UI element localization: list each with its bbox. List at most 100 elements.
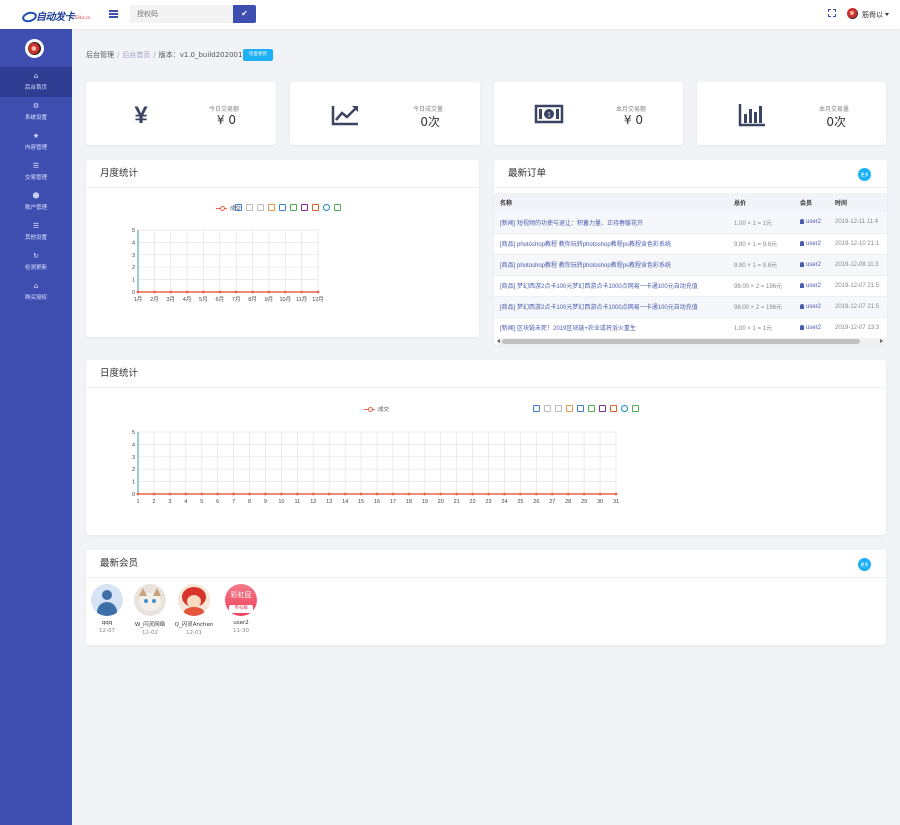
data-point[interactable] bbox=[503, 492, 506, 496]
sidebar-item[interactable]: ☰ 其他设置 bbox=[0, 217, 72, 247]
data-view-icon[interactable] bbox=[566, 405, 573, 412]
scroll-left-arrow-icon[interactable] bbox=[497, 339, 500, 343]
table-row[interactable]: [新闻] 区块链未死！2019区块链+农业或将浴火重生 1.00 × 1 = 1元… bbox=[494, 317, 887, 339]
data-point[interactable] bbox=[264, 492, 267, 496]
sidebar-item[interactable]: ⌂ 后台首页 bbox=[0, 67, 72, 97]
save-image-icon[interactable] bbox=[334, 204, 341, 211]
zoom-reset-icon[interactable] bbox=[246, 204, 253, 211]
tiled-icon[interactable] bbox=[312, 204, 319, 211]
member-item[interactable]: W_闪灵网络 12-02 bbox=[125, 584, 175, 636]
data-point[interactable] bbox=[343, 492, 347, 496]
order-name[interactable]: [商品] photoshop教程 教你玩转photoshop教程ps教程含色彩系… bbox=[494, 254, 728, 276]
zoom-icon[interactable] bbox=[533, 405, 540, 412]
tiled-icon[interactable] bbox=[610, 405, 617, 412]
zoom-icon[interactable] bbox=[235, 204, 242, 211]
data-point[interactable] bbox=[391, 492, 395, 496]
order-name[interactable]: [商品] 梦幻西游2点卡100元梦幻西游点卡1000点网易一卡通100元自动充值 bbox=[494, 296, 728, 318]
data-point[interactable] bbox=[598, 492, 602, 496]
data-point[interactable] bbox=[359, 492, 363, 496]
sidebar-item[interactable]: ⚙ 系统设置 bbox=[0, 97, 72, 127]
restore-zoom-icon[interactable] bbox=[257, 204, 264, 211]
caret-down-icon[interactable] bbox=[885, 13, 889, 16]
sidebar-item[interactable]: ★ 内容管理 bbox=[0, 127, 72, 157]
data-point[interactable] bbox=[316, 290, 320, 294]
sidebar-item[interactable]: ☻ 账户管理 bbox=[0, 187, 72, 217]
data-point[interactable] bbox=[152, 290, 156, 294]
table-row[interactable]: [商品] photoshop教程 教你玩转photoshop教程ps教程含色彩系… bbox=[494, 233, 887, 255]
data-point[interactable] bbox=[582, 492, 586, 496]
order-name[interactable]: [商品] photoshop教程 教你玩转photoshop教程ps教程含色彩系… bbox=[494, 233, 728, 255]
menu-toggle-icon[interactable] bbox=[109, 10, 118, 18]
data-point[interactable] bbox=[327, 492, 331, 496]
bar-type-icon[interactable] bbox=[290, 204, 297, 211]
user-name[interactable]: 筋骨以 bbox=[862, 10, 883, 20]
breadcrumb-current[interactable]: 后台首页 bbox=[122, 51, 150, 59]
data-point[interactable] bbox=[423, 492, 427, 496]
orders-scroll-thumb[interactable] bbox=[502, 339, 860, 344]
data-point[interactable] bbox=[439, 492, 443, 496]
check-update-button[interactable]: 检查更新 bbox=[243, 49, 273, 61]
order-name[interactable]: [新闻] 短视频的功使与退让：积蓄力量、正待春暖花开 bbox=[494, 212, 728, 234]
data-point[interactable] bbox=[232, 492, 235, 496]
data-point[interactable] bbox=[218, 290, 222, 294]
breadcrumb-root[interactable]: 后台管理 bbox=[86, 51, 114, 59]
data-point[interactable] bbox=[487, 492, 490, 496]
license-code-input[interactable] bbox=[130, 5, 233, 23]
logo[interactable]: 自动发卡 Elika.cn bbox=[22, 8, 91, 23]
data-point[interactable] bbox=[471, 492, 474, 496]
data-point[interactable] bbox=[234, 290, 238, 294]
data-point[interactable] bbox=[184, 492, 188, 496]
data-point[interactable] bbox=[267, 290, 271, 294]
restore-icon[interactable] bbox=[323, 204, 330, 211]
data-point[interactable] bbox=[136, 290, 140, 294]
stack-icon[interactable] bbox=[599, 405, 606, 412]
line-type-icon[interactable] bbox=[279, 204, 286, 211]
order-name[interactable]: [新闻] 区块链未死！2019区块链+农业或将浴火重生 bbox=[494, 317, 728, 339]
data-point[interactable] bbox=[519, 492, 522, 496]
data-point[interactable] bbox=[168, 492, 172, 496]
sidebar-avatar[interactable] bbox=[25, 39, 44, 58]
data-point[interactable] bbox=[550, 492, 554, 496]
data-point[interactable] bbox=[407, 492, 411, 496]
member-item[interactable]: 彩虹屁 专号群 user2 11-30 bbox=[216, 584, 266, 634]
data-point[interactable] bbox=[136, 492, 140, 496]
table-row[interactable]: [商品] photoshop教程 教你玩转photoshop教程ps教程含色彩系… bbox=[494, 254, 887, 276]
data-point[interactable] bbox=[566, 492, 570, 496]
data-point[interactable] bbox=[311, 492, 315, 496]
order-name[interactable]: [商品] 梦幻西游2点卡100元梦幻西游点卡1000点网易一卡通100元自动充值 bbox=[494, 275, 728, 297]
fullscreen-icon[interactable] bbox=[828, 9, 836, 17]
table-row[interactable]: [商品] 梦幻西游2点卡100元梦幻西游点卡1000点网易一卡通100元自动充值… bbox=[494, 296, 887, 318]
data-point[interactable] bbox=[185, 290, 189, 294]
table-row[interactable]: [商品] 梦幻西游2点卡100元梦幻西游点卡1000点网易一卡通100元自动充值… bbox=[494, 275, 887, 297]
restore-zoom-icon[interactable] bbox=[555, 405, 562, 412]
save-image-icon[interactable] bbox=[632, 405, 639, 412]
member-item[interactable]: Q_闪灵Anchen 12-01 bbox=[169, 584, 219, 636]
column-header[interactable]: 会员 bbox=[794, 193, 829, 212]
members-more-button[interactable]: 更多 bbox=[858, 558, 871, 571]
sidebar-item[interactable]: ☰ 交易管理 bbox=[0, 157, 72, 187]
search-submit-button[interactable]: ✔ bbox=[233, 5, 256, 23]
data-point[interactable] bbox=[200, 492, 204, 496]
data-point[interactable] bbox=[455, 492, 459, 496]
scroll-right-arrow-icon[interactable] bbox=[880, 339, 883, 343]
daily-legend[interactable]: 成交 bbox=[364, 405, 389, 413]
line-type-icon[interactable] bbox=[577, 405, 584, 412]
stack-icon[interactable] bbox=[301, 204, 308, 211]
data-point[interactable] bbox=[251, 290, 254, 294]
data-point[interactable] bbox=[169, 290, 173, 294]
column-header[interactable]: 时间 bbox=[829, 193, 887, 212]
restore-icon[interactable] bbox=[621, 405, 628, 412]
bar-type-icon[interactable] bbox=[588, 405, 595, 412]
sidebar-item[interactable]: ↻ 检测更新 bbox=[0, 247, 72, 277]
data-point[interactable] bbox=[300, 290, 304, 294]
data-point[interactable] bbox=[534, 492, 538, 496]
data-point[interactable] bbox=[283, 290, 287, 294]
data-point[interactable] bbox=[202, 290, 205, 294]
column-header[interactable]: 名称 bbox=[494, 193, 728, 212]
orders-more-button[interactable]: 更多 bbox=[858, 168, 871, 181]
data-point[interactable] bbox=[375, 492, 379, 496]
data-point[interactable] bbox=[152, 492, 156, 496]
data-point[interactable] bbox=[280, 492, 283, 496]
data-point[interactable] bbox=[216, 492, 220, 496]
data-point[interactable] bbox=[614, 492, 618, 496]
